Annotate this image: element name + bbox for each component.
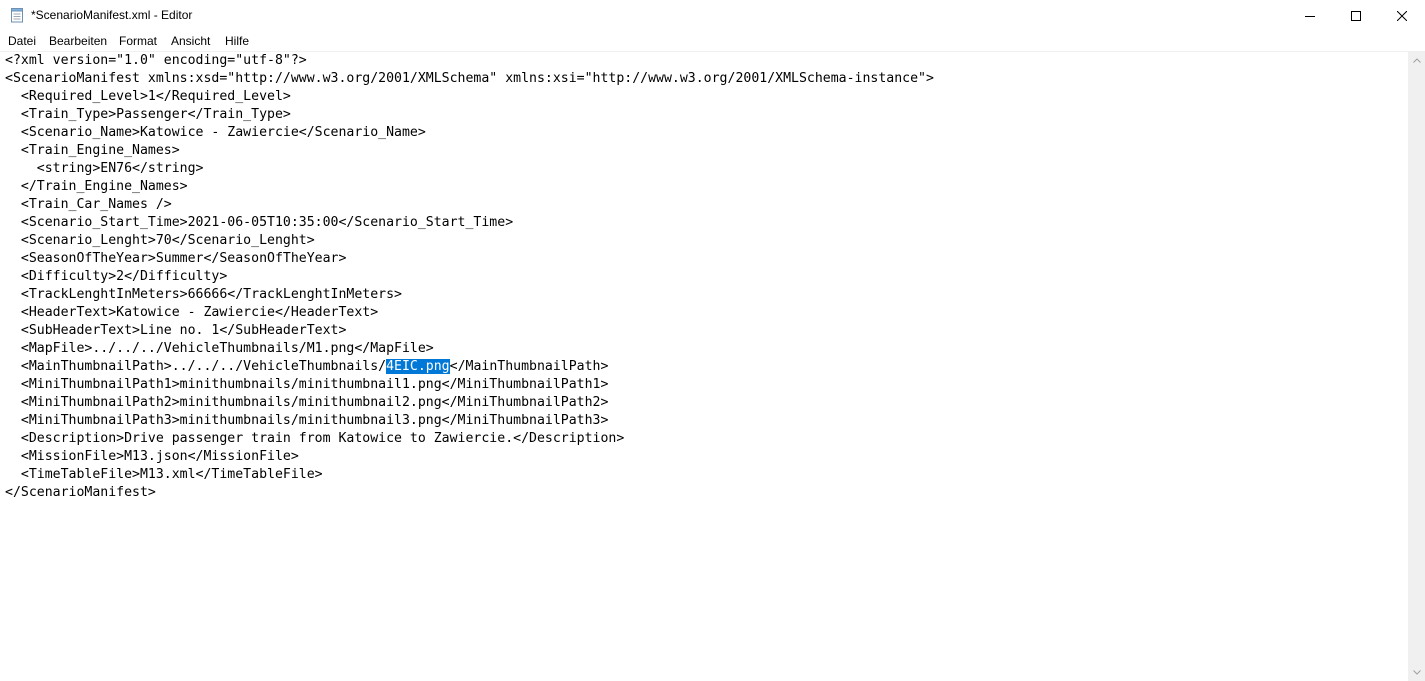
line-text-before-selection: <MainThumbnailPath>../../../VehicleThumb… xyxy=(5,359,387,374)
editor-line[interactable]: <SubHeaderText>Line no. 1</SubHeaderText… xyxy=(5,322,934,340)
editor-line[interactable]: <Scenario_Name>Katowice - Zawiercie</Sce… xyxy=(5,124,934,142)
editor-line[interactable]: <Required_Level>1</Required_Level> xyxy=(5,88,934,106)
editor-line[interactable]: <MiniThumbnailPath1>minithumbnails/minit… xyxy=(5,376,934,394)
editor-line[interactable]: <Difficulty>2</Difficulty> xyxy=(5,268,934,286)
editor-line[interactable]: <SeasonOfTheYear>Summer</SeasonOfTheYear… xyxy=(5,250,934,268)
editor-line[interactable]: <string>EN76</string> xyxy=(5,160,934,178)
chevron-up-icon xyxy=(1412,58,1421,63)
minimize-button[interactable] xyxy=(1287,0,1333,31)
editor-line[interactable]: <MapFile>../../../VehicleThumbnails/M1.p… xyxy=(5,340,934,358)
line-text-after-selection: </MainThumbnailPath> xyxy=(449,359,609,374)
editor-line[interactable]: <Train_Car_Names /> xyxy=(5,196,934,214)
editor-line[interactable]: <MiniThumbnailPath2>minithumbnails/minit… xyxy=(5,394,934,412)
editor-line[interactable]: <TrackLenghtInMeters>66666</TrackLenghtI… xyxy=(5,286,934,304)
minimize-icon xyxy=(1305,15,1315,17)
editor-line[interactable]: <HeaderText>Katowice - Zawiercie</Header… xyxy=(5,304,934,322)
editor-line[interactable]: <ScenarioManifest xmlns:xsd="http://www.… xyxy=(5,70,934,88)
editor-line[interactable]: <Description>Drive passenger train from … xyxy=(5,430,934,448)
editor-line[interactable]: </Train_Engine_Names> xyxy=(5,178,934,196)
text-editor-area[interactable]: <?xml version="1.0" encoding="utf-8"?> <S… xyxy=(0,52,1408,681)
editor-line[interactable]: <MiniThumbnailPath3>minithumbnails/minit… xyxy=(5,412,934,430)
chevron-down-icon xyxy=(1412,670,1421,675)
selected-text[interactable]: 4EIC.png xyxy=(386,359,450,374)
editor-line[interactable]: <MainThumbnailPath>../../../VehicleThumb… xyxy=(5,358,934,376)
editor-line[interactable]: <TimeTableFile>M13.xml</TimeTableFile> xyxy=(5,466,934,484)
title-bar[interactable]: *ScenarioManifest.xml - Editor xyxy=(0,0,1425,31)
maximize-button[interactable] xyxy=(1333,0,1379,31)
menu-format[interactable]: Format xyxy=(119,34,157,48)
close-button[interactable] xyxy=(1379,0,1425,31)
editor-line[interactable]: <Scenario_Lenght>70</Scenario_Lenght> xyxy=(5,232,934,250)
editor-line[interactable]: <Scenario_Start_Time>2021-06-05T10:35:00… xyxy=(5,214,934,232)
editor-line[interactable]: </ScenarioManifest> xyxy=(5,484,934,502)
menu-datei[interactable]: Datei xyxy=(8,34,36,48)
window-title: *ScenarioManifest.xml - Editor xyxy=(31,8,193,22)
menu-bar: Datei Bearbeiten Format Ansicht Hilfe xyxy=(0,31,1425,52)
editor-text[interactable]: <?xml version="1.0" encoding="utf-8"?> <S… xyxy=(5,52,934,502)
menu-ansicht[interactable]: Ansicht xyxy=(171,34,210,48)
notepad-icon xyxy=(11,8,23,23)
menu-bearbeiten[interactable]: Bearbeiten xyxy=(49,34,107,48)
editor-line[interactable]: <Train_Engine_Names> xyxy=(5,142,934,160)
close-icon xyxy=(1397,10,1407,21)
menu-hilfe[interactable]: Hilfe xyxy=(225,34,249,48)
editor-line[interactable]: <Train_Type>Passenger</Train_Type> xyxy=(5,106,934,124)
maximize-icon xyxy=(1351,10,1361,21)
vertical-scrollbar[interactable] xyxy=(1408,52,1425,681)
scroll-down-button[interactable] xyxy=(1408,664,1425,681)
editor-line[interactable]: <?xml version="1.0" encoding="utf-8"?> xyxy=(5,52,934,70)
editor-line[interactable]: <MissionFile>M13.json</MissionFile> xyxy=(5,448,934,466)
scroll-up-button[interactable] xyxy=(1408,52,1425,69)
